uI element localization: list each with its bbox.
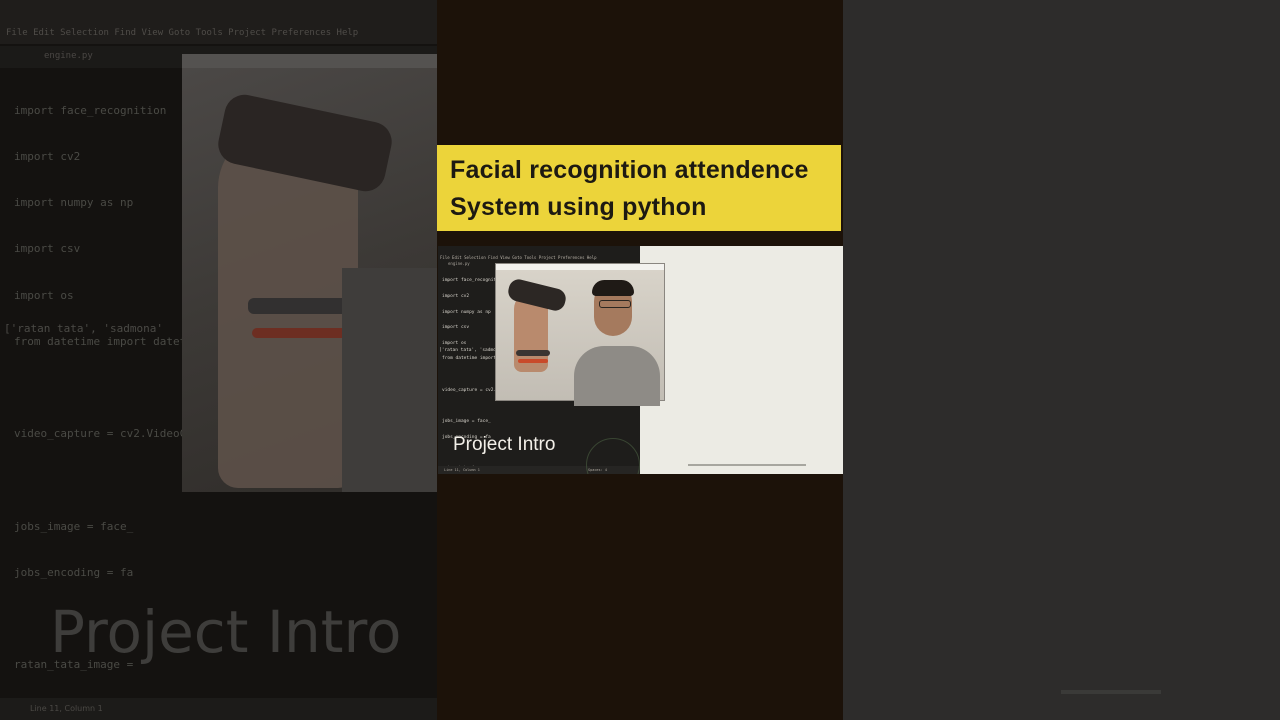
bg-person-shape <box>342 268 437 492</box>
person-shirt-shape <box>574 346 660 406</box>
background-console-output: ['ratan tata', 'sadmona' <box>4 322 163 335</box>
banner-title-line-1: Facial recognition attendence <box>450 156 809 184</box>
person-glasses-shape <box>599 300 631 308</box>
inner-ide-tab: engine.py <box>448 261 470 266</box>
video-caption: Project Intro <box>453 434 556 455</box>
wristband-shape <box>516 350 550 356</box>
wristband-red-shape <box>518 359 548 363</box>
background-left-blurred: File Edit Selection Find View Goto Tools… <box>0 0 437 720</box>
inner-screen-recording: File Edit Selection Find View Goto Tools… <box>438 246 843 474</box>
status-position: Line 11, Column 1 <box>444 468 480 472</box>
bg-code-line: jobs_image = face_ <box>14 519 134 533</box>
background-webcam-frame <box>182 54 437 492</box>
webcam-feed <box>496 270 664 406</box>
inner-webcam-window <box>495 263 665 406</box>
explorer-horizontal-scrollbar[interactable] <box>688 464 806 466</box>
bg-code-line: jobs_encoding = fa <box>14 566 134 579</box>
inner-file-explorer <box>640 246 843 474</box>
title-banner: Facial recognition attendence System usi… <box>437 145 841 231</box>
background-caption-ghost: Project Intro <box>50 598 402 666</box>
banner-title-line-2: System using python <box>450 193 707 221</box>
bg-status-text: Line 11, Column 1 <box>30 704 103 713</box>
background-ide-tab: engine.py <box>44 51 93 61</box>
background-ide-menu: File Edit Selection Find View Goto Tools… <box>6 28 359 38</box>
inner-ide-menu: File Edit Selection Find View Goto Tools… <box>440 255 597 260</box>
bg-explorer-scrollbar <box>1061 690 1161 694</box>
background-right-blurred <box>843 0 1280 720</box>
background-ide-menubar: File Edit Selection Find View Goto Tools… <box>0 0 437 44</box>
bg-wristband-red-shape <box>252 328 352 338</box>
code-line: jobs_image = face_ <box>442 418 491 424</box>
background-ide-statusbar: Line 11, Column 1 <box>0 698 437 720</box>
bg-explorer-toolbar <box>843 30 1280 66</box>
person-hair-shape <box>592 280 634 296</box>
